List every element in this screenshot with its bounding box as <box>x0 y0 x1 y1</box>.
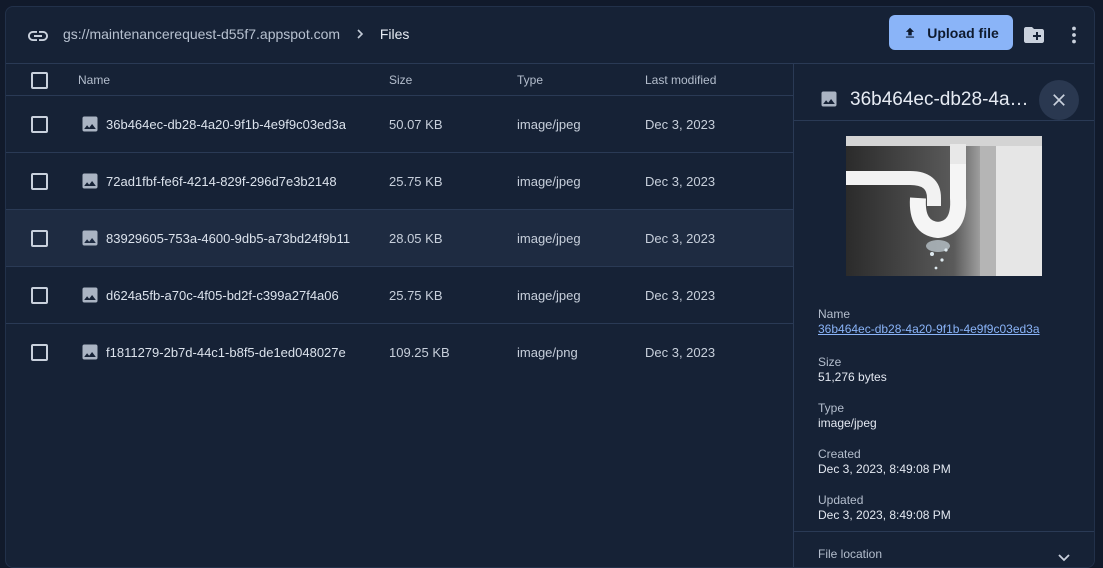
file-name-link[interactable]: 36b464ec-db28-4a20-9f1b-4e9f9c03ed3a <box>818 322 1068 336</box>
column-last-modified[interactable]: Last modified <box>645 73 716 87</box>
file-size: 50.07 KB <box>389 117 443 132</box>
storage-browser: gs://maintenancerequest-d55f7.appspot.co… <box>5 6 1095 568</box>
file-table: Name Size Type Last modified 36b464ec-db… <box>6 64 793 564</box>
file-name[interactable]: d624a5fb-a70c-4f05-bd2f-c399a27f4a06 <box>106 288 339 303</box>
file-size: 109.25 KB <box>389 345 450 360</box>
chevron-right-icon <box>357 29 364 39</box>
table-row[interactable]: 72ad1fbf-fe6f-4214-829f-296d7e3b2148 25.… <box>6 153 793 210</box>
close-details-button[interactable] <box>1039 80 1079 120</box>
file-size: 25.75 KB <box>389 174 443 189</box>
size-label: Size <box>818 355 842 369</box>
file-name[interactable]: 36b464ec-db28-4a20-9f1b-4e9f9c03ed3a <box>106 117 346 132</box>
row-checkbox[interactable] <box>31 230 48 247</box>
upload-file-label: Upload file <box>927 24 999 41</box>
table-row[interactable]: 83929605-753a-4600-9db5-a73bd24f9b11 28.… <box>6 210 793 267</box>
breadcrumb-current: Files <box>379 26 410 42</box>
file-location-label[interactable]: File location <box>818 547 882 561</box>
toolbar: gs://maintenancerequest-d55f7.appspot.co… <box>6 7 1094 64</box>
close-icon <box>1053 94 1065 106</box>
file-name[interactable]: 72ad1fbf-fe6f-4214-829f-296d7e3b2148 <box>106 174 337 189</box>
image-file-icon <box>82 116 98 132</box>
breadcrumb: gs://maintenancerequest-d55f7.appspot.co… <box>63 26 409 42</box>
file-type: image/png <box>517 345 578 360</box>
table-row[interactable]: d624a5fb-a70c-4f05-bd2f-c399a27f4a06 25.… <box>6 267 793 324</box>
column-type[interactable]: Type <box>517 73 543 87</box>
created-label: Created <box>818 447 861 461</box>
image-file-icon <box>82 287 98 303</box>
more-vert-icon[interactable] <box>1062 23 1086 47</box>
type-label: Type <box>818 401 845 415</box>
details-header: 36b464ec-db28-4a20-9f1b-4e9f9c03ed3a <box>794 64 1094 121</box>
image-file-icon <box>82 173 98 189</box>
type-value: image/jpeg <box>818 416 877 430</box>
updated-label: Updated <box>818 493 864 507</box>
file-type: image/jpeg <box>517 117 581 132</box>
file-preview-image[interactable] <box>846 136 1042 276</box>
file-name[interactable]: f1811279-2b7d-44c1-b8f5-de1ed048027e <box>106 345 346 360</box>
file-size: 25.75 KB <box>389 288 443 303</box>
divider <box>794 531 1094 532</box>
table-header: Name Size Type Last modified <box>6 64 793 96</box>
table-row[interactable]: 36b464ec-db28-4a20-9f1b-4e9f9c03ed3a 50.… <box>6 96 793 153</box>
row-checkbox[interactable] <box>31 344 48 361</box>
file-modified: Dec 3, 2023 <box>645 345 716 360</box>
breadcrumb-bucket[interactable]: gs://maintenancerequest-d55f7.appspot.co… <box>63 26 340 42</box>
column-size[interactable]: Size <box>389 73 412 87</box>
file-type: image/jpeg <box>517 174 581 189</box>
details-title: 36b464ec-db28-4a20-9f1b-4e9f9c03ed3a <box>850 89 1030 110</box>
column-name[interactable]: Name <box>78 73 110 87</box>
create-folder-icon[interactable] <box>1022 23 1046 47</box>
file-modified: Dec 3, 2023 <box>645 288 716 303</box>
updated-value: Dec 3, 2023, 8:49:08 PM <box>818 508 951 522</box>
created-value: Dec 3, 2023, 8:49:08 PM <box>818 462 951 476</box>
file-modified: Dec 3, 2023 <box>645 117 716 132</box>
chevron-down-icon[interactable] <box>1056 550 1072 566</box>
file-type: image/jpeg <box>517 231 581 246</box>
name-label: Name <box>818 307 851 321</box>
file-name[interactable]: 83929605-753a-4600-9db5-a73bd24f9b11 <box>106 231 350 246</box>
upload-file-button[interactable]: Upload file <box>889 15 1013 50</box>
select-all-checkbox[interactable] <box>31 72 48 89</box>
upload-icon <box>906 27 915 38</box>
size-value: 51,276 bytes <box>818 370 887 384</box>
link-icon[interactable] <box>26 24 50 48</box>
file-type: image/jpeg <box>517 288 581 303</box>
row-checkbox[interactable] <box>31 173 48 190</box>
image-file-icon <box>82 230 98 246</box>
image-file-icon <box>821 91 837 107</box>
file-size: 28.05 KB <box>389 231 443 246</box>
image-file-icon <box>82 344 98 360</box>
row-checkbox[interactable] <box>31 287 48 304</box>
file-modified: Dec 3, 2023 <box>645 174 716 189</box>
file-details-panel: 36b464ec-db28-4a20-9f1b-4e9f9c03ed3a <box>793 64 1094 567</box>
file-modified: Dec 3, 2023 <box>645 231 716 246</box>
table-row[interactable]: f1811279-2b7d-44c1-b8f5-de1ed048027e 109… <box>6 324 793 380</box>
row-checkbox[interactable] <box>31 116 48 133</box>
